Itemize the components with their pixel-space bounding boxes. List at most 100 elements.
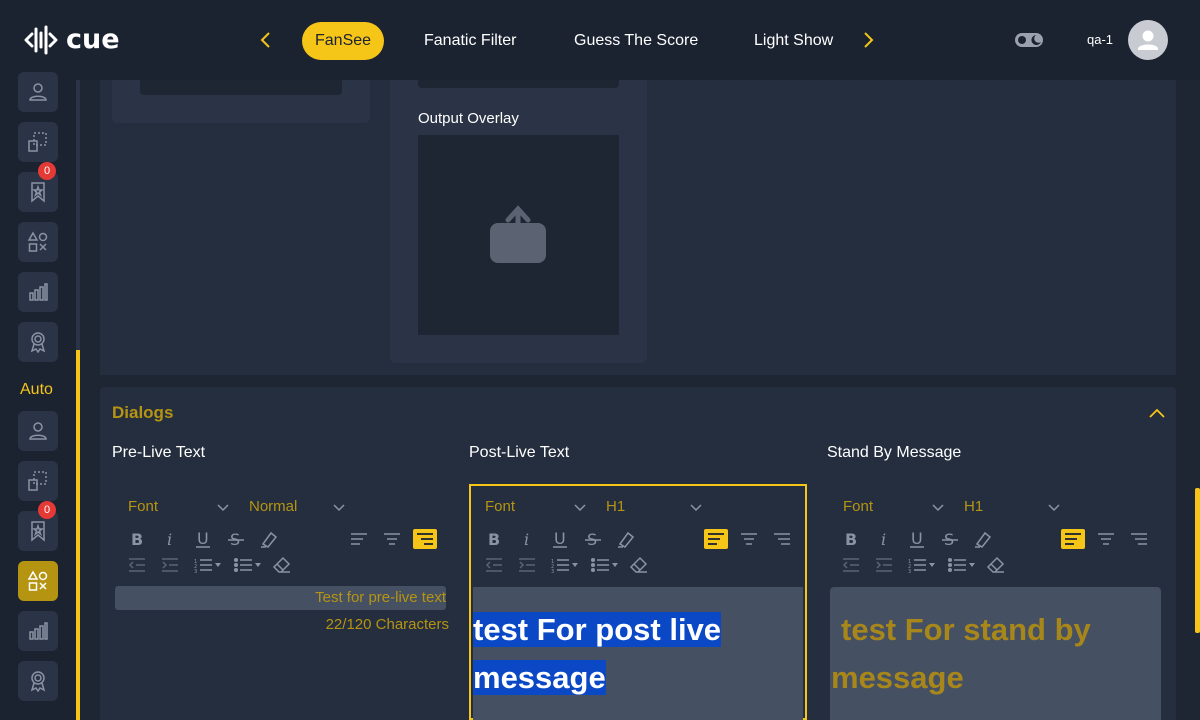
sidebar-item-awards[interactable] — [18, 322, 58, 362]
chevron-up-icon[interactable] — [1148, 405, 1166, 421]
sidebar-item-auto-awards[interactable] — [18, 661, 58, 701]
logo-text: cue — [66, 24, 120, 55]
align-left-button[interactable] — [704, 529, 728, 549]
underline-button[interactable]: U — [905, 529, 929, 549]
award-icon — [30, 332, 46, 353]
sidebar-item-bookmarks[interactable]: 0 — [18, 162, 58, 212]
sidebar-item-frames[interactable] — [18, 122, 58, 162]
size-select[interactable]: H1 — [964, 498, 983, 515]
clear-format-button[interactable] — [627, 555, 651, 575]
align-right-button[interactable] — [413, 529, 437, 549]
bullet-list-button[interactable] — [231, 555, 265, 575]
clear-format-button[interactable] — [984, 555, 1008, 575]
align-right-button[interactable] — [1127, 529, 1151, 549]
outdent-button[interactable] — [839, 555, 863, 575]
tab-fansee[interactable]: FanSee — [302, 22, 385, 60]
chevron-down-icon[interactable] — [573, 503, 587, 513]
clear-format-button[interactable] — [270, 555, 294, 575]
italic-button[interactable]: i — [515, 529, 539, 549]
upload-icon[interactable] — [488, 205, 548, 265]
font-select[interactable]: Font — [128, 498, 158, 515]
post-live-text-content[interactable]: test For post live message — [473, 606, 793, 702]
theme-toggle-icon[interactable] — [1014, 30, 1044, 50]
ordered-list-button[interactable]: 123 — [191, 555, 225, 575]
overlay-preview-top[interactable] — [418, 80, 619, 88]
outdent-button[interactable] — [482, 555, 506, 575]
pre-live-text-content[interactable]: Test for pre-live text — [115, 589, 446, 606]
bold-button[interactable]: B — [482, 529, 506, 549]
highlighter-icon — [261, 531, 278, 548]
strike-button[interactable]: S — [938, 529, 962, 549]
underline-button[interactable]: U — [548, 529, 572, 549]
sidebar-scrollbar-thumb[interactable] — [76, 350, 80, 720]
sidebar-item-auto-analytics[interactable] — [18, 611, 58, 651]
size-select[interactable]: H1 — [606, 498, 625, 515]
chevron-down-icon[interactable] — [1047, 503, 1061, 513]
svg-text:B: B — [488, 530, 500, 548]
tab-fanatic-filter[interactable]: Fanatic Filter — [424, 22, 516, 60]
chevron-right-icon[interactable] — [858, 28, 878, 52]
sidebar-item-games[interactable] — [18, 222, 58, 262]
sidebar-item-analytics[interactable] — [18, 272, 58, 312]
sound-wave-icon — [24, 25, 58, 54]
main-scrollbar-thumb[interactable] — [1195, 488, 1200, 633]
underline-icon: U — [910, 530, 924, 548]
svg-text:3: 3 — [194, 569, 197, 574]
bullet-list-button[interactable] — [588, 555, 622, 575]
chevron-down-icon[interactable] — [216, 503, 230, 513]
font-select[interactable]: Font — [843, 498, 873, 515]
stand-by-text-content[interactable]: test For stand by message — [831, 606, 1157, 702]
ordered-list-button[interactable]: 123 — [548, 555, 582, 575]
align-center-button[interactable] — [737, 529, 761, 549]
align-center-icon — [1098, 533, 1114, 545]
bold-button[interactable]: B — [839, 529, 863, 549]
align-left-button[interactable] — [1061, 529, 1085, 549]
media-preview[interactable] — [140, 80, 342, 95]
tab-light-show[interactable]: Light Show — [754, 22, 833, 60]
sidebar-item-fans[interactable] — [18, 72, 58, 112]
chevron-down-icon[interactable] — [332, 503, 346, 513]
eraser-icon — [629, 556, 648, 573]
italic-button[interactable]: i — [158, 529, 182, 549]
avatar[interactable] — [1128, 20, 1168, 60]
strike-button[interactable]: S — [224, 529, 248, 549]
strike-button[interactable]: S — [581, 529, 605, 549]
highlight-button[interactable] — [257, 529, 281, 549]
sidebar-item-auto-games[interactable] — [18, 561, 58, 601]
align-left-button[interactable] — [347, 529, 371, 549]
align-center-button[interactable] — [380, 529, 404, 549]
outdent-button[interactable] — [125, 555, 149, 575]
sidebar-item-auto-bookmarks[interactable]: 0 — [18, 501, 58, 551]
align-right-button[interactable] — [770, 529, 794, 549]
align-right-icon — [774, 533, 790, 545]
size-select[interactable]: Normal — [249, 498, 297, 515]
sidebar-item-auto-frames[interactable] — [18, 461, 58, 501]
sidebar-item-auto-fans[interactable] — [18, 411, 58, 451]
underline-button[interactable]: U — [191, 529, 215, 549]
svg-text:B: B — [131, 530, 143, 548]
ordered-list-button[interactable]: 123 — [905, 555, 939, 575]
bold-button[interactable]: B — [125, 529, 149, 549]
bold-icon: B — [845, 530, 857, 548]
highlight-button[interactable] — [971, 529, 995, 549]
indent-button[interactable] — [515, 555, 539, 575]
outdent-icon — [128, 558, 145, 572]
italic-icon: i — [524, 530, 529, 548]
font-select[interactable]: Font — [485, 498, 515, 515]
align-center-button[interactable] — [1094, 529, 1118, 549]
indent-button[interactable] — [158, 555, 182, 575]
bullet-list-button[interactable] — [945, 555, 979, 575]
tab-guess-the-score[interactable]: Guess The Score — [574, 22, 698, 60]
italic-button[interactable]: i — [872, 529, 896, 549]
svg-text:U: U — [197, 530, 209, 548]
chevron-down-icon[interactable] — [931, 503, 945, 513]
award-icon — [30, 671, 46, 692]
chevron-left-icon[interactable] — [256, 28, 276, 52]
bullet-list-icon — [233, 557, 261, 573]
highlight-button[interactable] — [614, 529, 638, 549]
indent-button[interactable] — [872, 555, 896, 575]
chevron-down-icon[interactable] — [689, 503, 703, 513]
bookmark-star-icon — [31, 182, 45, 203]
cue-logo[interactable]: cue — [24, 24, 120, 55]
italic-icon: i — [881, 530, 886, 548]
